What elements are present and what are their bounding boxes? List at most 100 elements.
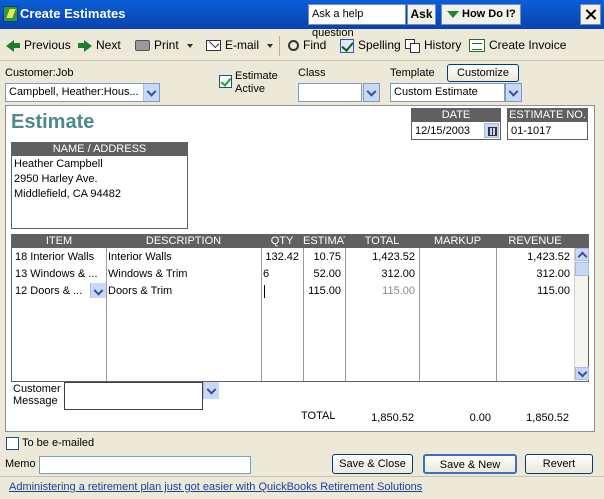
cell-qty[interactable]: 6 xyxy=(263,266,303,283)
printer-icon xyxy=(135,40,150,52)
class-label: Class xyxy=(298,67,326,79)
column-header-total[interactable]: TOTAL xyxy=(345,235,419,248)
cell-qty[interactable] xyxy=(263,283,303,300)
cell-qty[interactable]: 132.42 xyxy=(261,249,303,266)
customer-job-label: Customer:Job xyxy=(5,67,74,79)
total-amount: 1,850.52 xyxy=(371,412,414,424)
scroll-thumb[interactable] xyxy=(575,262,589,276)
column-header-item[interactable]: ITEM xyxy=(12,235,106,248)
customize-button[interactable]: Customize xyxy=(447,64,519,82)
save-close-button[interactable]: Save & Close xyxy=(332,454,413,474)
estimate-form: Estimate DATE 12/15/2003 ESTIMATE NO. 01… xyxy=(5,105,595,432)
template-dropdown[interactable]: Custom Estimate xyxy=(390,83,505,102)
cell-item[interactable]: 13 Windows & ... xyxy=(15,266,105,283)
cell-description[interactable]: Interior Walls xyxy=(108,249,258,266)
print-button[interactable]: Print xyxy=(135,37,193,55)
close-window-button[interactable] xyxy=(580,4,601,25)
class-dropdown-button[interactable] xyxy=(363,83,380,102)
memo-input[interactable] xyxy=(39,456,251,474)
arrow-right-icon xyxy=(84,39,92,52)
column-header-markup[interactable]: MARKUP xyxy=(419,235,496,248)
toolbar: Previous Next Print E-mail Find Spelling… xyxy=(0,31,604,61)
find-button[interactable]: Find xyxy=(288,37,326,55)
how-do-i-button[interactable]: How Do I? xyxy=(441,4,521,25)
cell-revenue[interactable]: 312.00 xyxy=(496,266,574,283)
cell-total[interactable]: 312.00 xyxy=(345,266,419,283)
next-button[interactable]: Next xyxy=(78,37,121,55)
class-dropdown[interactable] xyxy=(298,83,362,102)
customer-job-value: Campbell, Heather:Hous... xyxy=(9,86,139,98)
customer-job-dropdown[interactable]: Campbell, Heather:Hous... xyxy=(5,83,160,102)
cell-description[interactable]: Windows & Trim xyxy=(108,266,258,283)
chevron-down-icon[interactable] xyxy=(143,84,159,101)
column-header-qty[interactable]: QTY xyxy=(261,235,303,248)
column-header-estimate[interactable]: ESTIMAT xyxy=(303,235,345,248)
chevron-down-icon[interactable] xyxy=(90,283,106,298)
create-invoice-button[interactable]: Create Invoice xyxy=(469,37,566,55)
cell-markup[interactable] xyxy=(419,266,496,283)
scroll-up-icon[interactable] xyxy=(575,248,589,261)
promo-link[interactable]: Administering a retirement plan just got… xyxy=(9,481,422,493)
history-icon xyxy=(405,39,420,54)
history-button[interactable]: History xyxy=(405,37,461,55)
customer-message-input[interactable] xyxy=(64,382,203,410)
template-dropdown-button[interactable] xyxy=(505,83,522,102)
name-address-box[interactable]: NAME / ADDRESS Heather Campbell 2950 Har… xyxy=(11,142,188,229)
cell-markup[interactable] xyxy=(419,249,496,266)
estimate-active-label-line2: Active xyxy=(235,83,265,95)
chevron-down-icon[interactable] xyxy=(203,382,219,399)
chevron-down-icon[interactable] xyxy=(267,43,274,48)
address-line: Middlefield, CA 94482 xyxy=(14,188,122,200)
previous-button[interactable]: Previous xyxy=(6,37,71,55)
table-scrollbar[interactable] xyxy=(574,248,589,381)
memo-label: Memo xyxy=(5,458,36,470)
calendar-icon[interactable] xyxy=(484,123,499,138)
save-new-button[interactable]: Save & New xyxy=(423,454,517,474)
to-be-emailed-checkbox[interactable] xyxy=(6,437,19,450)
to-be-emailed-label: To be e-mailed xyxy=(22,437,95,449)
chevron-down-icon[interactable] xyxy=(186,43,193,48)
column-header-description[interactable]: DESCRIPTION xyxy=(106,235,261,248)
cell-estimate[interactable]: 52.00 xyxy=(303,266,345,283)
history-label: History xyxy=(424,38,462,52)
cell-total[interactable]: 1,423.52 xyxy=(345,249,419,266)
spelling-button[interactable]: Spelling xyxy=(340,37,401,55)
estimate-active-label-line1: Estimate xyxy=(235,70,278,82)
cell-description[interactable]: Doors & Trim xyxy=(108,283,258,300)
cell-item[interactable]: 12 Doors & ... xyxy=(15,283,89,300)
create-invoice-label: Create Invoice xyxy=(489,38,567,52)
quickbooks-app-icon xyxy=(3,6,18,22)
customer-message-label-line2: Message xyxy=(13,395,58,407)
date-label: DATE xyxy=(412,109,500,122)
ask-button[interactable]: Ask xyxy=(407,4,436,25)
cell-total[interactable]: 115.00 xyxy=(345,283,419,300)
address-line: 2950 Harley Ave. xyxy=(14,173,98,185)
scroll-down-icon[interactable] xyxy=(575,367,589,380)
cell-revenue[interactable]: 115.00 xyxy=(496,283,574,300)
cell-estimate[interactable]: 115.00 xyxy=(303,283,345,300)
next-label: Next xyxy=(96,38,121,52)
template-label: Template xyxy=(390,67,435,79)
total-label: TOTAL xyxy=(301,410,336,422)
estimate-active-checkbox[interactable] xyxy=(219,75,232,88)
customer-message-label: Customer Message xyxy=(13,383,61,407)
chevron-down-icon[interactable] xyxy=(364,84,379,101)
template-value: Custom Estimate xyxy=(394,86,478,98)
revert-button[interactable]: Revert xyxy=(525,454,593,474)
column-header-revenue[interactable]: REVENUE xyxy=(496,235,574,248)
cell-estimate[interactable]: 10.75 xyxy=(303,249,345,266)
customer-message-dropdown-button[interactable] xyxy=(203,382,219,399)
cell-item[interactable]: 18 Interior Walls xyxy=(15,249,105,266)
cell-revenue[interactable]: 1,423.52 xyxy=(496,249,574,266)
chevron-down-icon[interactable] xyxy=(506,84,521,101)
help-question-input[interactable]: Ask a help question xyxy=(308,4,406,39)
how-do-i-label: How Do I? xyxy=(462,8,516,20)
table-header: ITEM DESCRIPTION QTY ESTIMAT TOTAL MARKU… xyxy=(12,235,588,248)
line-items-table: ITEM DESCRIPTION QTY ESTIMAT TOTAL MARKU… xyxy=(11,234,589,382)
find-label: Find xyxy=(303,38,327,52)
cell-markup[interactable] xyxy=(419,283,496,300)
email-button[interactable]: E-mail xyxy=(206,37,274,55)
email-icon xyxy=(206,40,221,52)
estimate-number-field[interactable]: 01-1017 xyxy=(508,122,587,140)
item-dropdown-button[interactable] xyxy=(90,283,106,298)
